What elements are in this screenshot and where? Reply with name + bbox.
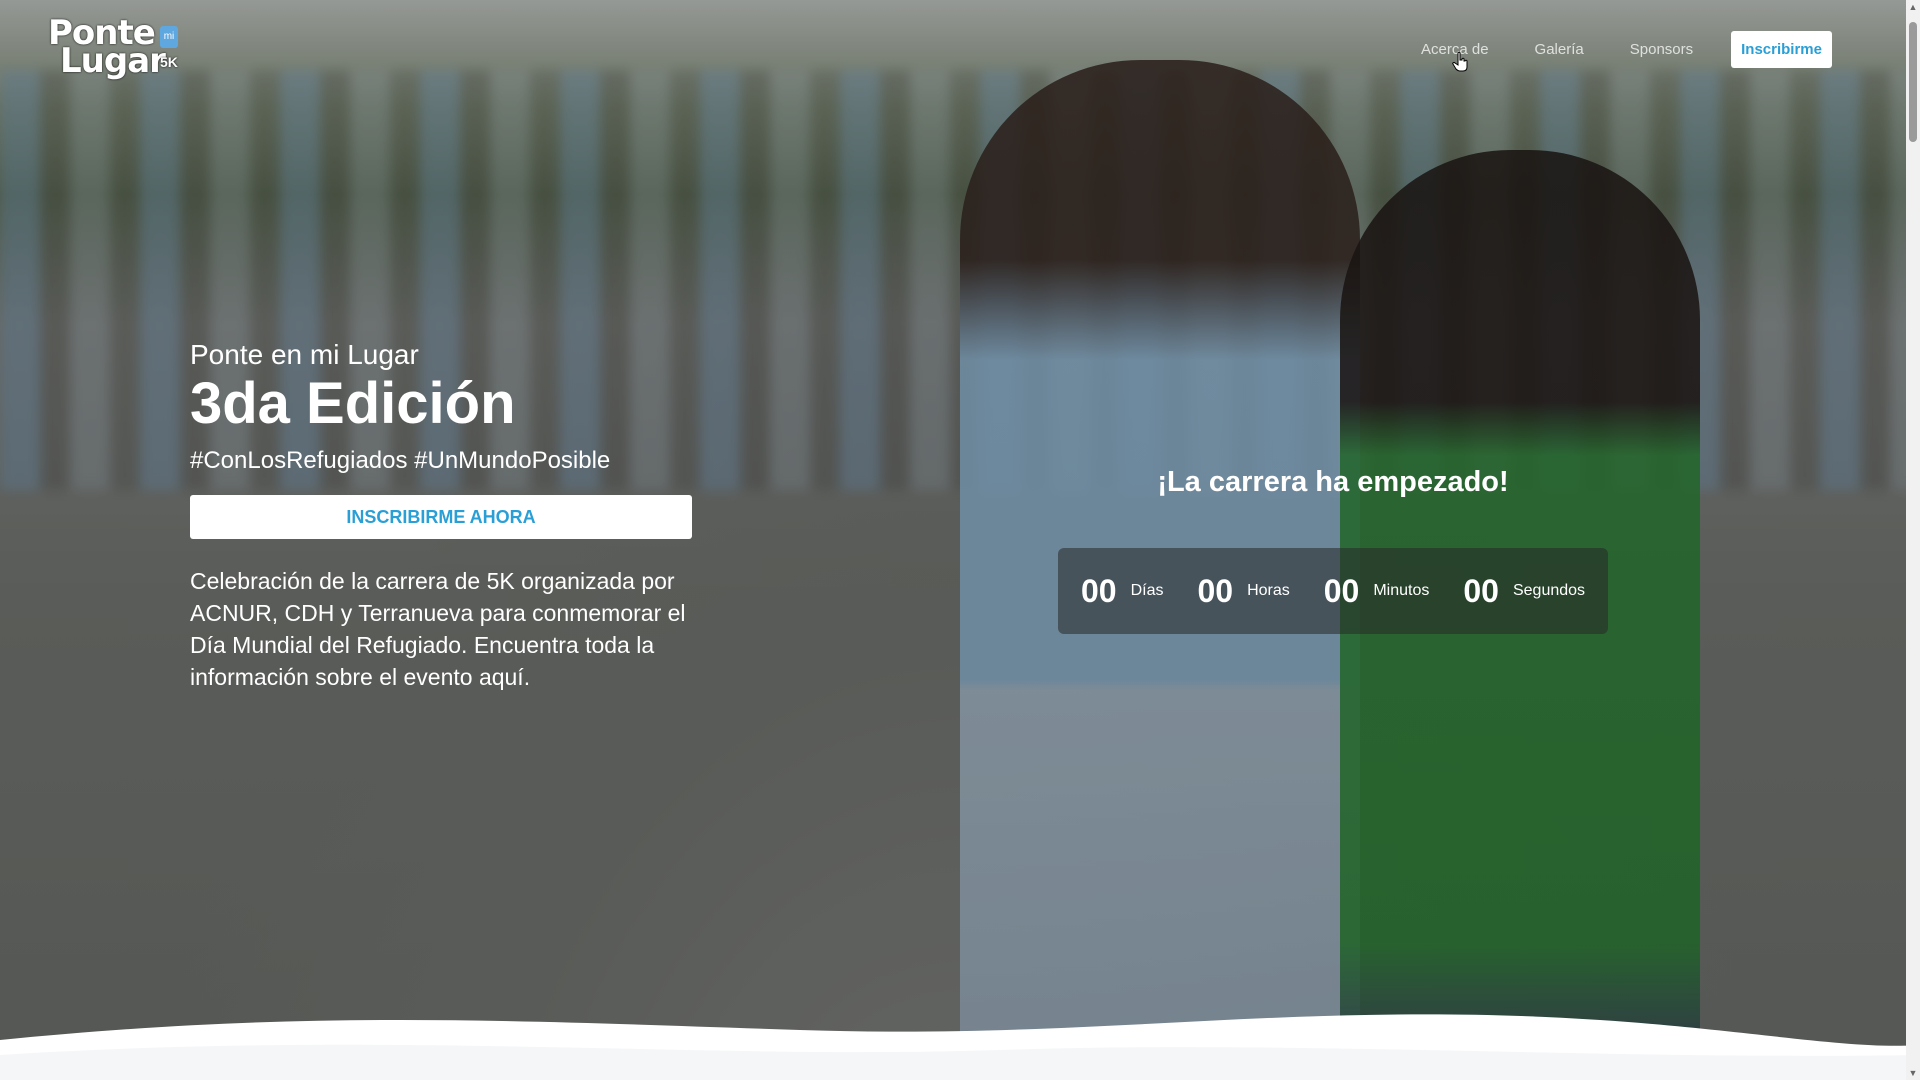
logo-line2: Lugar: [60, 41, 166, 81]
countdown-value: 00: [1197, 572, 1234, 609]
countdown-value: 00: [1080, 572, 1117, 609]
scroll-up-arrow-icon[interactable]: ▲: [1906, 0, 1920, 14]
main-nav: Acerca de Galería Sponsors Inscribirme: [1421, 30, 1832, 68]
hand-pointer-icon: [1452, 52, 1468, 72]
page-scrollbar[interactable]: ▲ ▼: [1906, 0, 1920, 1080]
logo-5k: 5K: [160, 54, 178, 70]
nav-item-sponsors[interactable]: Sponsors: [1630, 41, 1693, 58]
page: Ponte Lugar mi 5K Acerca de Galería Spon…: [0, 0, 1920, 1080]
scroll-thumb[interactable]: [1909, 22, 1917, 142]
countdown-days: 00 Días: [1081, 573, 1164, 610]
countdown-minutes: 00 Minutos: [1324, 573, 1430, 610]
countdown-label: Segundos: [1512, 582, 1586, 599]
countdown-label: Horas: [1247, 582, 1290, 599]
bottom-wave-divider: [0, 1014, 1920, 1080]
countdown-value: 00: [1323, 572, 1360, 609]
countdown-seconds: 00 Segundos: [1463, 573, 1585, 610]
countdown-value: 00: [1463, 572, 1499, 609]
nav-item-galeria[interactable]: Galería: [1535, 41, 1584, 58]
hero-subtitle: Ponte en mi Lugar: [190, 339, 419, 370]
logo-mi-badge: mi: [160, 26, 178, 48]
hero-title: 3da Edición: [190, 370, 516, 436]
countdown-label: Minutos: [1373, 582, 1430, 599]
hero-content: Ponte en mi Lugar 3da Edición #ConLosRef…: [190, 339, 710, 693]
signup-now-button[interactable]: INSCRIBIRME AHORA: [190, 494, 692, 539]
hero-description: Celebración de la carrera de 5K organiza…: [190, 567, 686, 690]
race-started-heading: ¡La carrera ha empezado!: [1157, 466, 1509, 498]
logo[interactable]: Ponte Lugar mi 5K: [48, 16, 188, 84]
scroll-down-arrow-icon[interactable]: ▼: [1906, 1066, 1920, 1080]
nav-signup-button[interactable]: Inscribirme: [1731, 30, 1832, 68]
countdown-label: Días: [1130, 582, 1164, 599]
countdown-panel: 00 Días 00 Horas 00 Minutos 00 Segundos: [1058, 548, 1608, 634]
countdown-hours: 00 Horas: [1197, 573, 1289, 610]
hero-hashtags: #ConLosRefugiados #UnMundoPosible: [190, 446, 611, 474]
